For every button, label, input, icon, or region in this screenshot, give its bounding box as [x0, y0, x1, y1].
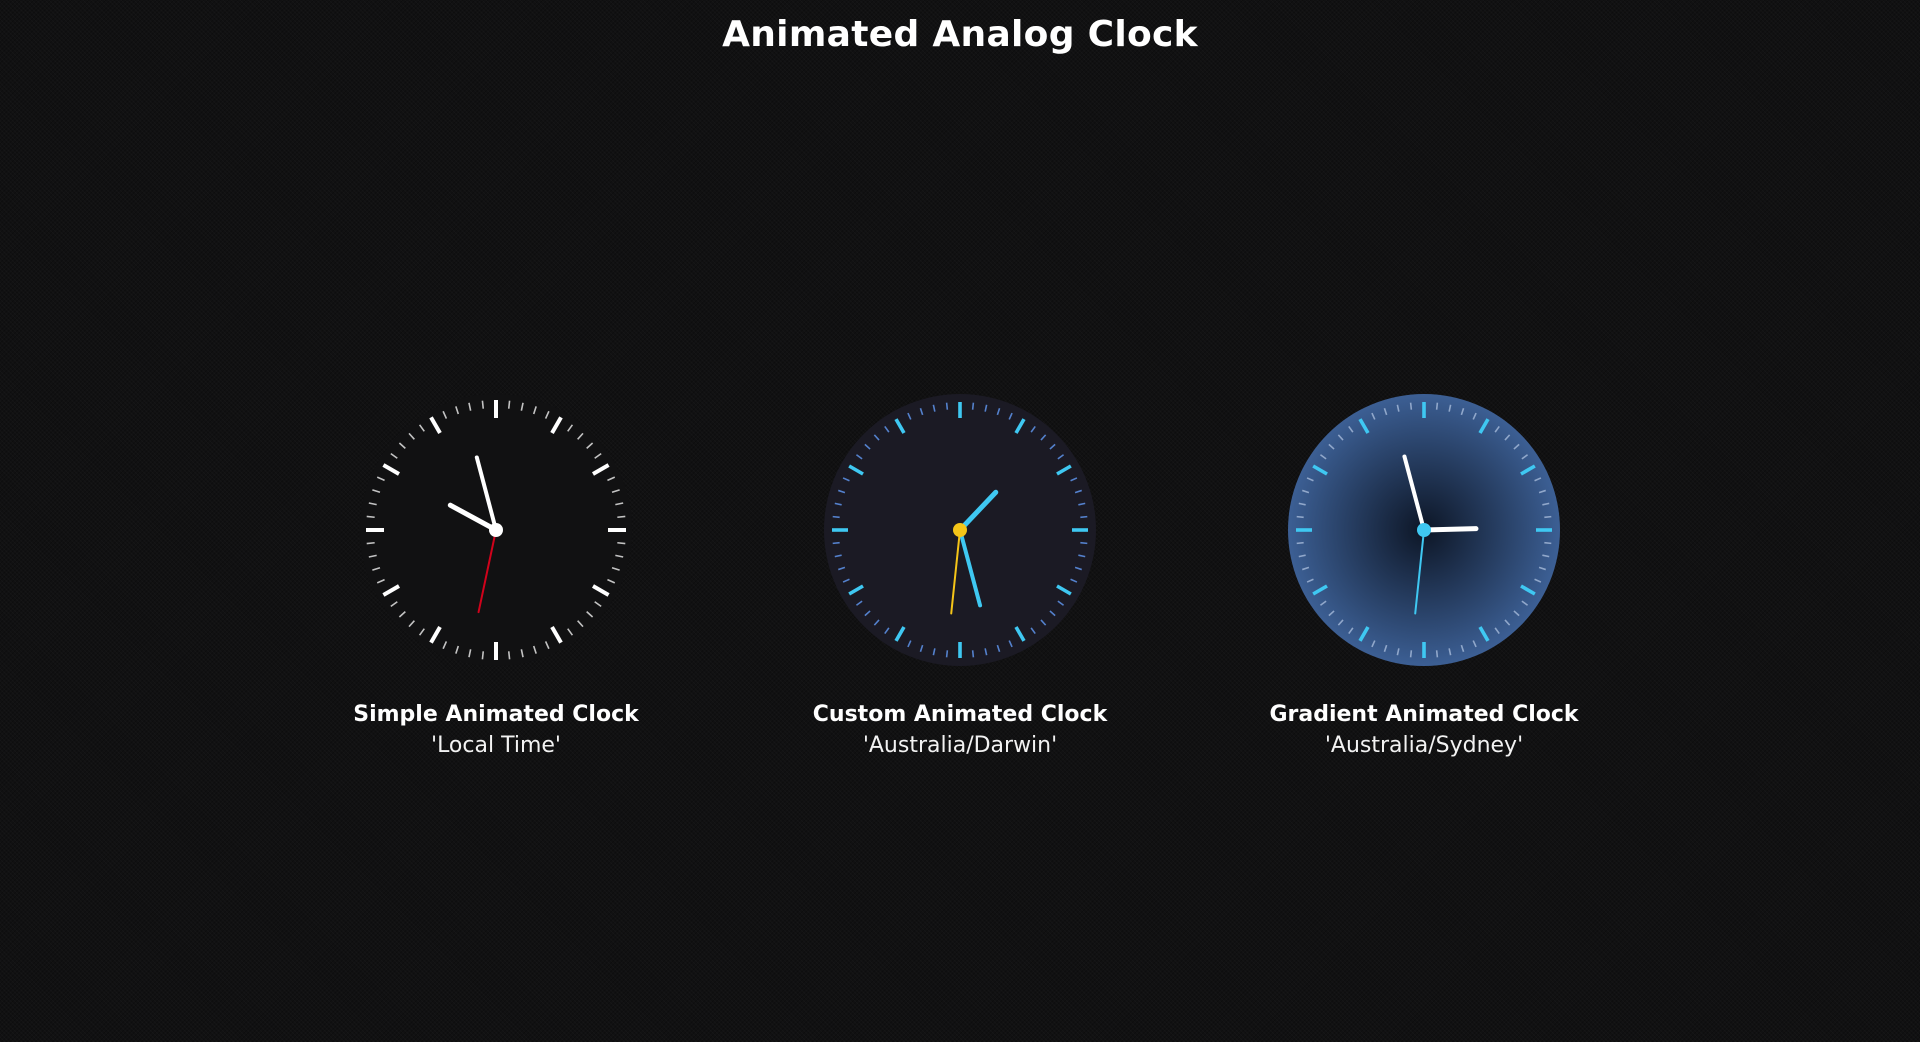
clock-title: Gradient Animated Clock: [1269, 702, 1579, 727]
center-cap: [953, 523, 967, 537]
minute-tick: [617, 515, 626, 519]
minute-tick: [945, 650, 949, 658]
minute-tick: [366, 541, 375, 545]
minute-tick: [617, 541, 626, 545]
minute-tick: [1296, 541, 1304, 545]
hour-hand: [1421, 526, 1479, 533]
minute-tick: [507, 651, 511, 660]
center-cap: [1417, 523, 1431, 537]
minute-tick: [1409, 402, 1413, 410]
minute-tick: [1544, 515, 1552, 519]
minute-tick: [832, 541, 840, 545]
clock-title: Custom Animated Clock: [812, 702, 1108, 727]
minute-tick: [1080, 541, 1088, 545]
custom-clock-card: Custom Animated Clock 'Australia/Darwin': [800, 390, 1120, 762]
minute-tick: [481, 651, 485, 660]
minute-tick: [1544, 541, 1552, 545]
clock-timezone: 'Australia/Sydney': [1324, 733, 1524, 758]
clock-timezone: 'Local Time': [431, 733, 561, 758]
minute-tick: [971, 402, 975, 410]
custom-clock-face: [824, 394, 1096, 666]
minute-tick: [366, 515, 375, 519]
page-title: Animated Analog Clock: [722, 14, 1198, 55]
minute-tick: [1409, 650, 1413, 658]
minute-tick: [832, 515, 840, 519]
clock-timezone: 'Australia/Darwin': [862, 733, 1058, 758]
minute-tick: [1296, 515, 1304, 519]
minute-tick: [507, 400, 511, 409]
simple-clock-face: [360, 394, 632, 666]
minute-tick: [1080, 515, 1088, 519]
minute-tick: [1435, 402, 1439, 410]
minute-tick: [945, 402, 949, 410]
minute-tick: [481, 400, 485, 409]
minute-tick: [1435, 650, 1439, 658]
minute-tick: [971, 650, 975, 658]
center-cap: [489, 523, 503, 537]
simple-clock-card: Simple Animated Clock 'Local Time': [336, 390, 656, 762]
gradient-clock-face: [1288, 394, 1560, 666]
clock-title: Simple Animated Clock: [353, 702, 639, 727]
gradient-clock-card: Gradient Animated Clock 'Australia/Sydne…: [1264, 390, 1584, 762]
